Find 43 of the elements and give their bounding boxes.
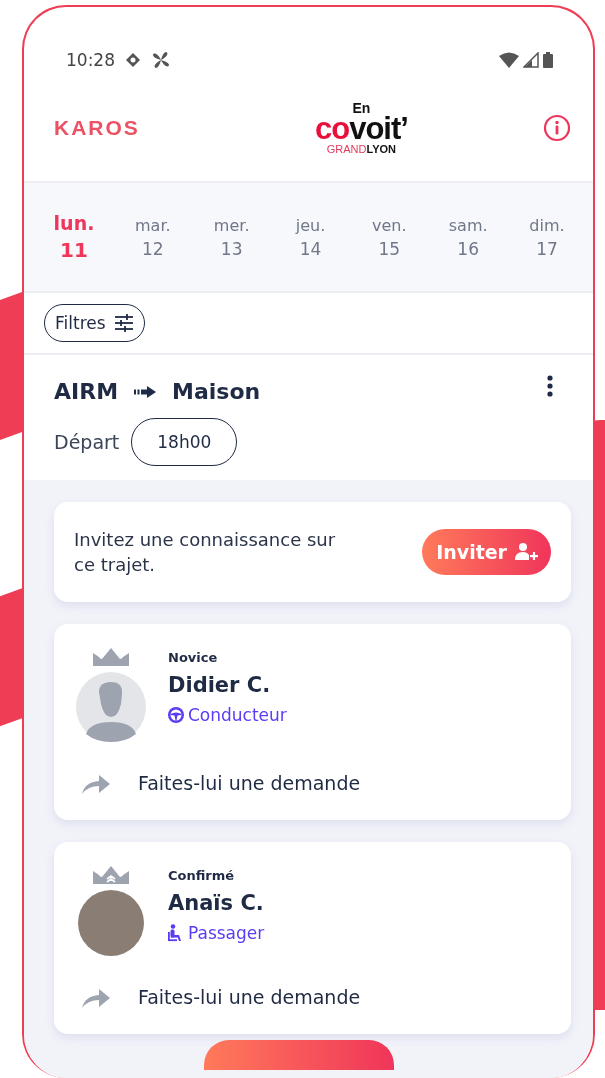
share-arrow-icon <box>82 986 110 1008</box>
member-level: Confirmé <box>168 868 236 883</box>
notification-icon <box>125 52 141 68</box>
member-name: Anaïs C. <box>168 891 265 915</box>
departure-label: Départ <box>54 431 120 453</box>
share-arrow-icon <box>82 772 110 794</box>
day-tab[interactable]: lun. 11 <box>38 212 110 262</box>
steering-wheel-icon <box>168 707 184 723</box>
crown-icon <box>92 866 130 884</box>
invite-text: Invitez une connaissance sur ce trajet. <box>74 527 337 577</box>
departure-time-button[interactable]: 18h00 <box>131 418 238 466</box>
arrow-icon <box>134 385 157 398</box>
seat-icon <box>168 924 184 942</box>
wifi-icon <box>499 52 519 68</box>
member-name: Didier C. <box>168 673 272 697</box>
day-tab[interactable]: mer. 13 <box>195 215 268 259</box>
fan-icon <box>151 50 171 70</box>
battery-icon <box>543 52 553 68</box>
route-origin: AIRM <box>54 379 119 404</box>
brand-logo: KAROS <box>54 116 140 140</box>
day-tab[interactable]: sam. 16 <box>432 215 505 259</box>
invite-button[interactable]: Inviter <box>422 529 551 575</box>
day-tab[interactable]: dim. 17 <box>510 215 583 259</box>
day-tab[interactable]: mar. 12 <box>116 215 189 259</box>
request-link[interactable]: Faites-lui une demande <box>138 986 361 1008</box>
sliders-icon <box>113 313 134 333</box>
status-time: 10:28 <box>66 50 115 70</box>
filters-button[interactable]: Filtres <box>44 304 145 342</box>
crown-icon <box>92 648 130 666</box>
add-person-icon <box>515 542 539 562</box>
info-button[interactable] <box>543 114 571 142</box>
member-level: Novice <box>168 650 219 665</box>
request-link[interactable]: Faites-lui une demande <box>138 772 361 794</box>
member-role: Passager <box>188 923 265 943</box>
route-destination: Maison <box>172 379 261 404</box>
info-icon <box>543 114 571 142</box>
more-icon <box>547 375 553 397</box>
member-role: Conducteur <box>188 705 287 725</box>
day-tab[interactable]: jeu. 14 <box>274 215 347 259</box>
day-tab[interactable]: ven. 15 <box>353 215 426 259</box>
more-button[interactable] <box>547 375 553 397</box>
signal-icon <box>523 52 539 68</box>
action-button[interactable] <box>204 1040 394 1070</box>
